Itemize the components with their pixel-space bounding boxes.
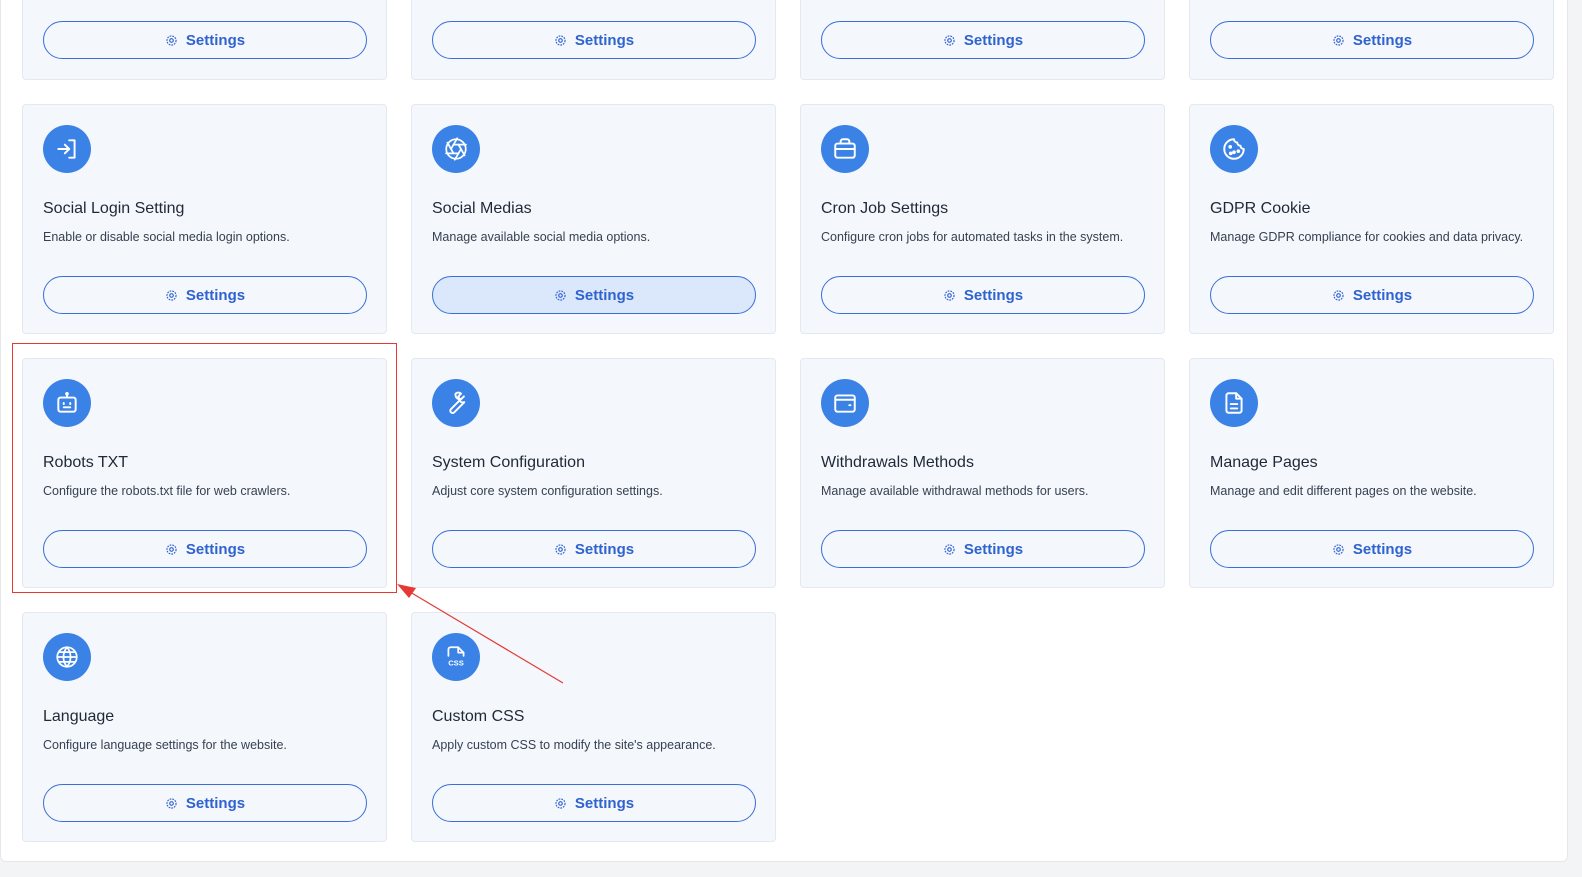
card-description: Apply custom CSS to modify the site's ap…: [432, 738, 716, 752]
card-title: Cron Job Settings: [821, 200, 949, 217]
gear-icon: [555, 289, 566, 301]
gear-icon: [1333, 543, 1344, 555]
settings-button-label: Settings: [963, 540, 1024, 558]
settings-card-system-configuration: System Configuration Adjust core system …: [411, 358, 776, 588]
card-title: Custom CSS: [432, 708, 525, 725]
card-title: System Configuration: [432, 454, 585, 471]
settings-button[interactable]: Settings: [821, 530, 1145, 568]
gear-icon: [166, 543, 177, 555]
card-description: Configure language settings for the webs…: [43, 738, 287, 752]
card-description: Manage GDPR compliance for cookies and d…: [1210, 230, 1524, 244]
settings-card-cron-job: Cron Job Settings Configure cron jobs fo…: [800, 104, 1165, 334]
settings-card-top-2: Settings: [411, 0, 776, 80]
gear-icon: [944, 289, 955, 301]
card-title: GDPR Cookie: [1210, 200, 1311, 217]
settings-card-manage-pages: Manage Pages Manage and edit different p…: [1189, 358, 1554, 588]
settings-button-label: Settings: [185, 794, 246, 812]
card-description: Configure the robots.txt file for web cr…: [43, 484, 291, 498]
settings-card-top-1: Settings: [22, 0, 387, 80]
settings-button[interactable]: Settings: [1210, 21, 1534, 59]
settings-card-withdrawals-methods: Withdrawals Methods Manage available wit…: [800, 358, 1165, 588]
settings-card-language: Language Configure language settings for…: [22, 612, 387, 842]
settings-panel: Settings Settings Settings Settings Soci…: [0, 0, 1568, 862]
card-title: Social Medias: [432, 200, 532, 217]
gear-icon: [1333, 34, 1344, 46]
gear-icon: [1333, 289, 1344, 301]
file-text-icon: [1210, 379, 1258, 427]
settings-button[interactable]: Settings: [432, 276, 756, 314]
settings-card-social-login: Social Login Setting Enable or disable s…: [22, 104, 387, 334]
aperture-icon: [432, 125, 480, 173]
settings-button-label: Settings: [963, 286, 1024, 304]
settings-button[interactable]: Settings: [1210, 276, 1534, 314]
card-title: Robots TXT: [43, 454, 129, 471]
settings-button-label: Settings: [574, 286, 635, 304]
card-title: Manage Pages: [1210, 454, 1318, 471]
settings-card-social-medias: Social Medias Manage available social me…: [411, 104, 776, 334]
settings-button[interactable]: Settings: [43, 784, 367, 822]
settings-button-label: Settings: [1352, 286, 1413, 304]
card-title: Withdrawals Methods: [821, 454, 974, 471]
card-description: Manage available withdrawal methods for …: [821, 484, 1089, 498]
settings-button[interactable]: Settings: [432, 21, 756, 59]
settings-button-label: Settings: [963, 31, 1024, 49]
settings-card-top-4: Settings: [1189, 0, 1554, 80]
gear-icon: [555, 543, 566, 555]
card-description: Enable or disable social media login opt…: [43, 230, 290, 244]
settings-button[interactable]: Settings: [432, 784, 756, 822]
gear-icon: [166, 797, 177, 809]
cookie-icon: [1210, 125, 1258, 173]
gear-icon: [555, 797, 566, 809]
settings-button-label: Settings: [185, 540, 246, 558]
card-description: Adjust core system configuration setting…: [432, 484, 663, 498]
settings-button-label: Settings: [574, 31, 635, 49]
card-title: Social Login Setting: [43, 200, 185, 217]
gear-icon: [944, 543, 955, 555]
settings-button-label: Settings: [185, 31, 246, 49]
settings-button[interactable]: Settings: [821, 21, 1145, 59]
settings-card-gdpr-cookie: GDPR Cookie Manage GDPR compliance for c…: [1189, 104, 1554, 334]
wrench-icon: [432, 379, 480, 427]
settings-button-label: Settings: [1352, 540, 1413, 558]
card-description: Configure cron jobs for automated tasks …: [821, 230, 1124, 244]
svg-text:CSS: CSS: [448, 659, 464, 668]
gear-icon: [166, 289, 177, 301]
card-title: Language: [43, 708, 115, 725]
settings-button[interactable]: Settings: [432, 530, 756, 568]
css-file-icon: CSS: [432, 633, 480, 681]
settings-button-label: Settings: [1352, 31, 1413, 49]
settings-button-label: Settings: [574, 794, 635, 812]
gear-icon: [944, 34, 955, 46]
settings-card-top-3: Settings: [800, 0, 1165, 80]
settings-button-label: Settings: [185, 286, 246, 304]
briefcase-icon: [821, 125, 869, 173]
globe-icon: [43, 633, 91, 681]
robot-icon: [43, 379, 91, 427]
settings-button[interactable]: Settings: [43, 21, 367, 59]
settings-button[interactable]: Settings: [43, 276, 367, 314]
card-description: Manage and edit different pages on the w…: [1210, 484, 1477, 498]
settings-card-robots-txt: Robots TXT Configure the robots.txt file…: [22, 358, 387, 588]
login-icon: [43, 125, 91, 173]
gear-icon: [555, 34, 566, 46]
card-description: Manage available social media options.: [432, 230, 651, 244]
gear-icon: [166, 34, 177, 46]
settings-button[interactable]: Settings: [821, 276, 1145, 314]
settings-button[interactable]: Settings: [1210, 530, 1534, 568]
wallet-icon: [821, 379, 869, 427]
settings-button[interactable]: Settings: [43, 530, 367, 568]
settings-card-custom-css: CSS Custom CSS Apply custom CSS to modif…: [411, 612, 776, 842]
settings-button-label: Settings: [574, 540, 635, 558]
